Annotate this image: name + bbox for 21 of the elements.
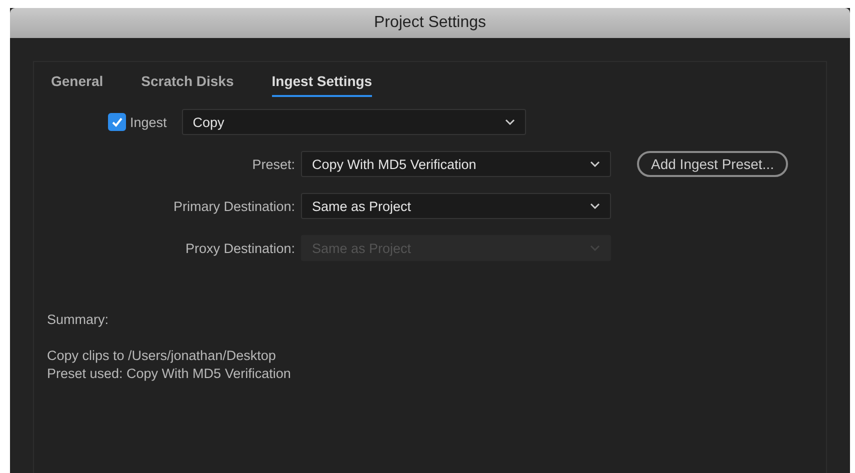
- chevron-icon: [590, 245, 600, 251]
- tab[interactable]: General: [51, 73, 104, 95]
- checkmark-icon: [110, 115, 124, 129]
- summary-text: Copy clips to /Users/jonathan/Desktop: [47, 347, 277, 365]
- ingest-label: Ingest: [130, 114, 167, 130]
- window-title: Project Settings: [374, 14, 486, 32]
- dropdown[interactable]: Same as Project: [301, 193, 611, 219]
- tab[interactable]: Ingest Settings: [272, 73, 372, 97]
- tab[interactable]: Scratch Disks: [141, 73, 234, 95]
- checkbox[interactable]: [108, 113, 126, 131]
- summary-heading: Summary:: [47, 312, 110, 327]
- chevron-icon: [590, 161, 600, 167]
- field-label: Proxy Destination:: [184, 240, 295, 256]
- add-preset-button[interactable]: Add Ingest Preset...: [637, 151, 788, 177]
- dropdown[interactable]: Copy With MD5 Verification: [301, 151, 611, 177]
- field-label: Preset:: [251, 156, 295, 172]
- ingest-dropdown[interactable]: Copy: [182, 109, 526, 135]
- chevron-icon: [504, 119, 515, 125]
- chevron-icon: [590, 203, 600, 209]
- field-label: Primary Destination:: [172, 198, 295, 214]
- summary-text: Preset used: Copy With MD5 Verification: [47, 365, 292, 383]
